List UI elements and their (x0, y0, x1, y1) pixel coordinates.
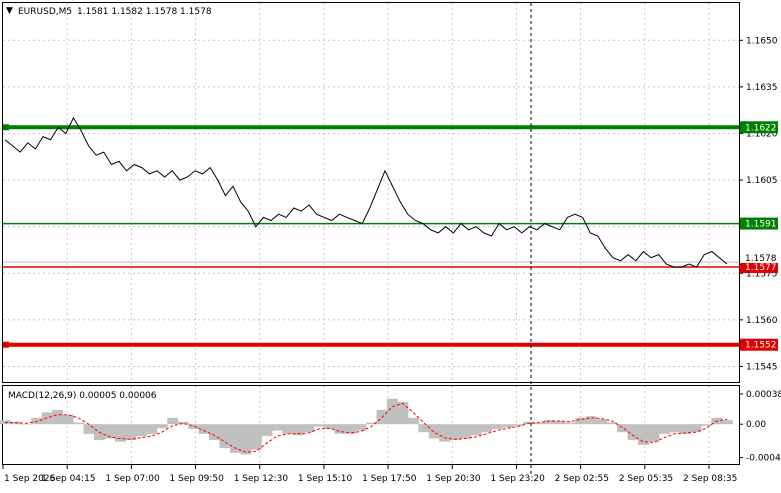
level-value-resistance-strong: 1.1622 (745, 123, 777, 133)
macd-histogram-bar (502, 424, 513, 428)
macd-histogram-bar (407, 417, 419, 425)
price-axis: 1.16501.16351.16201.16051.15901.15751.15… (739, 36, 778, 372)
time-label: 1 Sep 23:20 (490, 474, 545, 484)
time-label: 1 Sep 15:10 (298, 474, 353, 484)
time-label: 2 Sep 02:55 (555, 474, 609, 484)
macd-histogram-bar (512, 424, 524, 426)
macd-tick-label: 0.00038 (746, 390, 781, 400)
macd-histogram-bar (240, 424, 252, 455)
macd-histogram-bar (31, 417, 43, 425)
macd-histogram-bar (460, 424, 472, 439)
ohlc-quote: 1.1581 1.1582 1.1578 1.1578 (77, 7, 212, 17)
trading-chart[interactable]: 1.16501.16351.16201.16051.15901.15751.15… (0, 0, 781, 489)
macd-histogram-bar (491, 424, 503, 429)
time-label: 1 Sep 07:00 (105, 474, 160, 484)
price-pane-frame (2, 2, 740, 383)
time-label: 1 Sep 17:50 (362, 474, 417, 484)
macd-histogram-bar (261, 424, 273, 437)
macd-histogram-bar (250, 424, 262, 450)
macd-histogram-bar (104, 424, 116, 439)
time-label: 2 Sep 05:35 (619, 474, 673, 484)
macd-histogram-bar (313, 424, 325, 427)
time-label: 1 Sep 12:30 (234, 474, 289, 484)
symbol-label: EURUSD,M5 (18, 7, 72, 17)
price-tick-label: 1.1650 (746, 36, 778, 46)
macd-histogram-bar (146, 424, 158, 434)
macd-histogram-bar (125, 424, 137, 441)
level-anchor-resistance-strong[interactable] (3, 124, 9, 131)
macd-histogram-bar (418, 424, 430, 433)
macd-histogram-bar (449, 424, 461, 441)
macd-label: MACD(12,26,9) 0.00005 0.00006 (8, 391, 157, 401)
macd-histogram-bar (669, 424, 681, 433)
time-label: 1 Sep 09:50 (170, 474, 225, 484)
macd-histogram-bar (62, 414, 74, 425)
macd-histogram-bar (439, 424, 451, 442)
chart-canvas[interactable]: 1.16501.16351.16201.16051.15901.15751.15… (0, 0, 781, 489)
macd-histogram-bar (617, 424, 629, 433)
macd-histogram-bar (135, 424, 147, 437)
time-label: 1 Sep 20:30 (426, 474, 481, 484)
current-price-label: 1.1578 (745, 254, 777, 264)
macd-histogram-bar (428, 424, 440, 439)
price-tick-label: 1.1635 (746, 83, 778, 93)
macd-histogram-bar (564, 422, 576, 425)
macd-histogram-bar (156, 424, 168, 429)
time-label: 2 Sep 08:35 (683, 474, 737, 484)
macd-histogram-bar (177, 421, 189, 425)
level-value-support-strong: 1.1552 (745, 341, 777, 351)
price-tick-label: 1.1545 (746, 362, 778, 372)
macd-tick-label: 0.00 (746, 420, 766, 430)
price-tick-label: 1.1605 (746, 176, 778, 186)
level-value-resistance: 1.1591 (745, 220, 777, 230)
macd-histogram-bar (386, 398, 398, 425)
macd-histogram-bar (52, 409, 64, 425)
macd-histogram-bar (585, 416, 597, 425)
macd-histogram-bar (397, 401, 409, 425)
macd-histogram-bar (648, 424, 660, 442)
macd-histogram-bar (219, 424, 231, 449)
macd-histogram-bar (470, 424, 482, 436)
macd-histogram-bar (721, 420, 733, 425)
price-tick-label: 1.1560 (746, 316, 778, 326)
macd-histogram-bar (282, 424, 294, 434)
macd-tick-label: -0.00042 (746, 454, 781, 464)
macd-histogram-bar (83, 424, 95, 434)
macd-axis: 0.00038 0.00 -0.00042 (739, 390, 781, 464)
macd-histogram-bar (20, 424, 32, 425)
macd-histogram-bar (596, 419, 608, 425)
macd-histogram-bar (355, 424, 367, 431)
macd-histogram-bar (700, 424, 712, 426)
macd-histogram-bar (481, 424, 493, 433)
chart-menu-icon[interactable]: ▼ (6, 6, 13, 16)
level-value-support: 1.1577 (745, 263, 777, 273)
macd-histogram-bar (73, 422, 84, 425)
macd-histogram-bar (167, 417, 179, 425)
time-label: 1 Sep 04:15 (41, 474, 95, 484)
level-anchor-support-strong[interactable] (3, 341, 9, 348)
macd-histogram-bar (271, 424, 283, 431)
macd-histogram-bar (575, 417, 587, 425)
time-axis: 1 Sep 20261 Sep 04:15 1 Sep 07:00 1 Sep 09… (2, 465, 737, 484)
macd-histogram-bar (659, 424, 670, 434)
